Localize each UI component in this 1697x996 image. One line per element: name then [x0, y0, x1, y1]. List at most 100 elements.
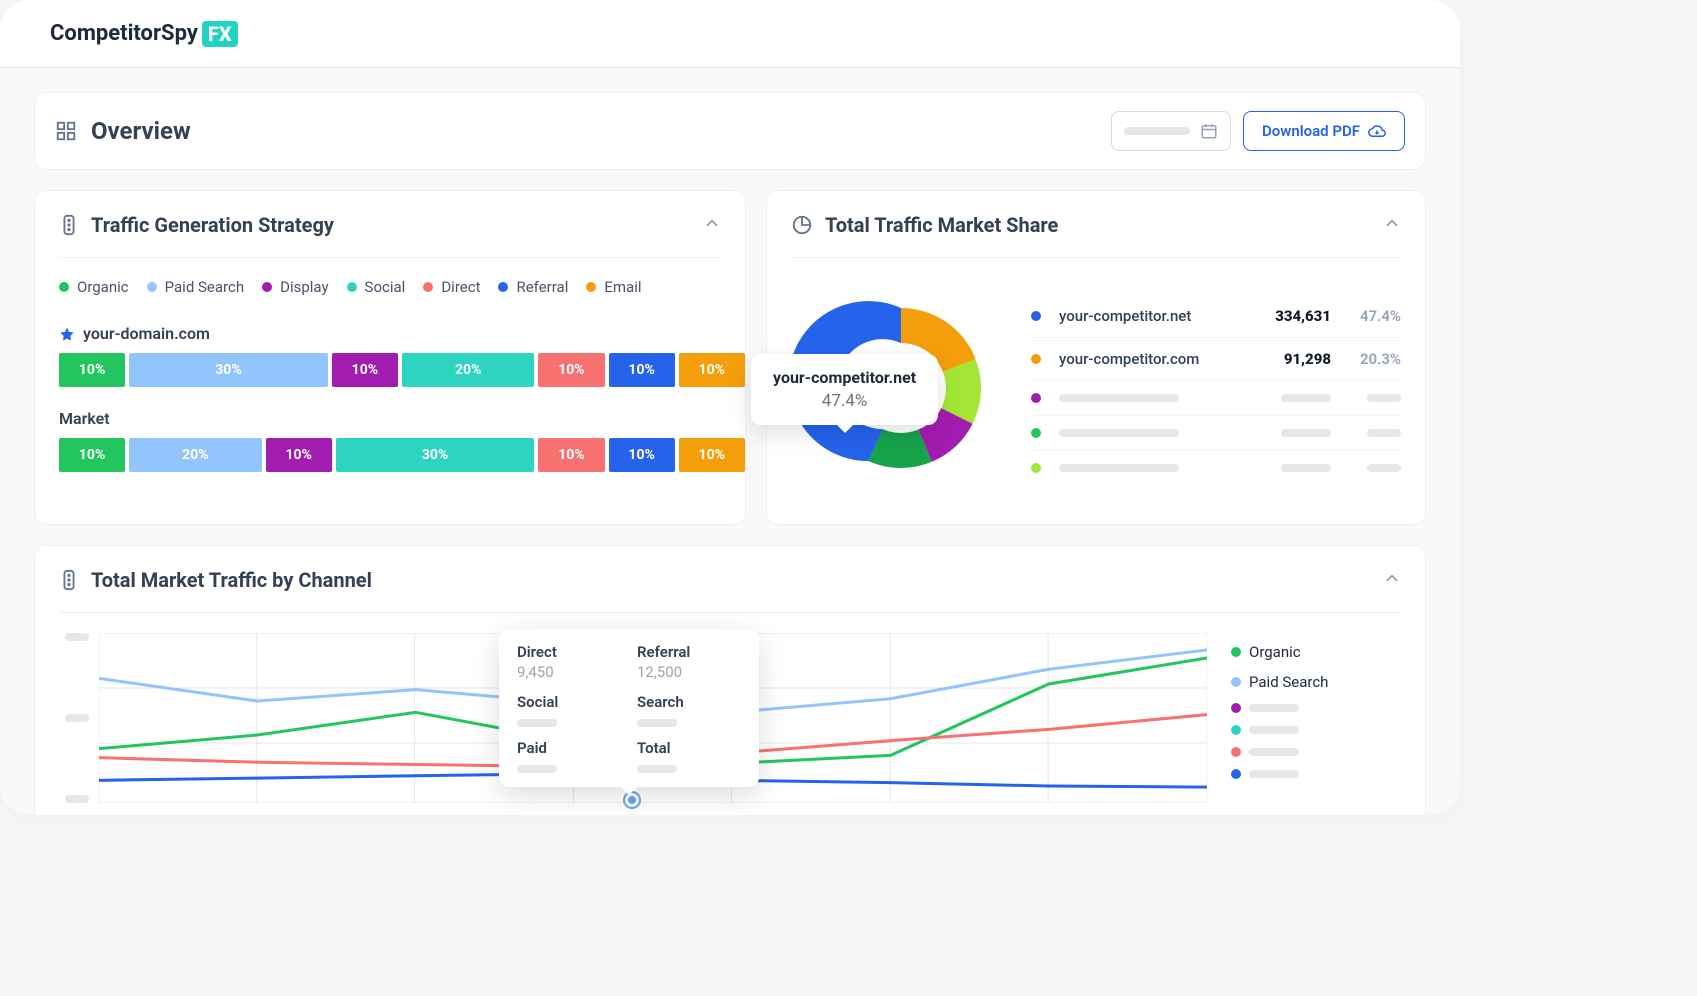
dot-icon	[423, 282, 433, 292]
chart-highlight-point	[625, 793, 639, 807]
line-chart[interactable]: Direct 9,450 Referral 12,500 Social S	[99, 633, 1207, 803]
stacked-bar-groups: your-domain.com10%30%10%20%10%10%10%Mark…	[59, 324, 721, 472]
bar-segment-social[interactable]: 20%	[402, 353, 534, 387]
bar-segment-display[interactable]: 10%	[266, 438, 332, 472]
market-share-row[interactable]: your-competitor.net334,63147.4%	[1031, 295, 1401, 338]
dot-icon	[347, 282, 357, 292]
market-share-row[interactable]	[1031, 381, 1401, 416]
dot-icon	[1031, 428, 1041, 438]
legend-item: Display	[262, 278, 328, 296]
tooltip-cell: Referral 12,500	[637, 643, 741, 681]
tooltip-placeholder	[517, 719, 557, 727]
bar-group-label: Market	[59, 409, 721, 428]
calendar-icon	[1200, 122, 1218, 140]
collapse-toggle[interactable]	[1383, 214, 1401, 236]
share-percent	[1341, 429, 1401, 437]
bar-group-label: your-domain.com	[59, 324, 721, 343]
card-market-by-channel: Total Market Traffic by Channel	[34, 545, 1426, 815]
bar-segment-referral[interactable]: 10%	[609, 353, 675, 387]
legend-item: Social	[347, 278, 406, 296]
stacked-bar[interactable]: 10%30%10%20%10%10%10%	[59, 353, 721, 387]
dot-icon	[1231, 769, 1241, 779]
dot-icon	[1231, 677, 1241, 687]
legend-placeholder	[1249, 770, 1299, 778]
legend-item: Organic	[1231, 637, 1401, 667]
dot-icon	[59, 282, 69, 292]
share-value: 334,631	[1241, 307, 1331, 325]
dot-icon	[1231, 725, 1241, 735]
market-share-row[interactable]: your-competitor.com91,29820.3%	[1031, 338, 1401, 381]
card-title-text: Total Market Traffic by Channel	[91, 568, 372, 592]
dashboard-icon	[55, 120, 77, 142]
dot-icon	[1231, 747, 1241, 757]
share-value	[1241, 429, 1331, 437]
bar-group: Market 10%20%10%30%10%10%10%	[59, 409, 721, 472]
share-name	[1059, 464, 1231, 472]
legend-label: Referral	[516, 278, 568, 296]
stacked-bar[interactable]: 10%20%10%30%10%10%10%	[59, 438, 721, 472]
date-range-button[interactable]	[1111, 111, 1231, 151]
page-header: Overview Download PDF	[34, 92, 1426, 170]
legend-label: Paid Search	[165, 278, 244, 296]
tooltip-label: Paid	[517, 739, 621, 757]
card-title-text: Traffic Generation Strategy	[91, 213, 334, 237]
bar-group-name: Market	[59, 409, 110, 428]
card-title: Total Market Traffic by Channel	[59, 568, 372, 592]
strategy-legend: Organic Paid Search Display Social Direc…	[59, 278, 721, 296]
bar-segment-display[interactable]: 10%	[332, 353, 398, 387]
bar-segment-direct[interactable]: 10%	[538, 438, 604, 472]
y-axis-placeholder	[65, 633, 89, 803]
chevron-up-icon	[1383, 214, 1401, 232]
share-name: your-competitor.com	[1059, 350, 1231, 368]
tooltip-placeholder	[637, 765, 677, 773]
page-actions: Download PDF	[1111, 111, 1405, 151]
tooltip-cell: Search	[637, 693, 741, 727]
share-percent: 47.4%	[1341, 307, 1401, 325]
market-share-row[interactable]	[1031, 416, 1401, 451]
download-pdf-label: Download PDF	[1262, 122, 1360, 140]
download-pdf-button[interactable]: Download PDF	[1243, 111, 1405, 151]
tooltip-name: your-competitor.net	[773, 368, 916, 387]
donut-chart[interactable]: your-competitor.net 47.4%	[791, 278, 1011, 502]
bar-segment-paid[interactable]: 30%	[129, 353, 328, 387]
share-percent	[1341, 464, 1401, 472]
bar-segment-email[interactable]: 10%	[679, 438, 745, 472]
legend-label: Display	[280, 278, 328, 296]
bar-segment-social[interactable]: 30%	[336, 438, 535, 472]
share-name	[1059, 429, 1231, 437]
bar-segment-direct[interactable]: 10%	[538, 353, 604, 387]
tooltip-placeholder	[517, 765, 557, 773]
share-value	[1241, 464, 1331, 472]
legend-label: Organic	[77, 278, 129, 296]
tooltip-cell: Direct 9,450	[517, 643, 621, 681]
bar-group: your-domain.com 10%30%10%20%10%10%10%	[59, 324, 721, 387]
market-share-body: your-competitor.net 47.4% your-competito…	[791, 278, 1401, 502]
traffic-light-icon	[59, 214, 79, 236]
bar-segment-organic[interactable]: 10%	[59, 353, 125, 387]
legend-item	[1231, 719, 1401, 741]
legend-item: Paid Search	[147, 278, 244, 296]
legend-label: Email	[604, 278, 641, 296]
dot-icon	[1231, 647, 1241, 657]
bar-segment-referral[interactable]: 10%	[609, 438, 675, 472]
tooltip-placeholder	[637, 719, 677, 727]
market-share-row[interactable]	[1031, 451, 1401, 485]
dot-icon	[1031, 354, 1041, 364]
bar-segment-paid[interactable]: 20%	[129, 438, 261, 472]
legend-item: Paid Search	[1231, 667, 1401, 697]
collapse-toggle[interactable]	[1383, 569, 1401, 591]
legend-item: Email	[586, 278, 641, 296]
bar-segment-email[interactable]: 10%	[679, 353, 745, 387]
legend-label: Direct	[441, 278, 480, 296]
dot-icon	[1231, 703, 1241, 713]
dot-icon	[1031, 463, 1041, 473]
bar-segment-organic[interactable]: 10%	[59, 438, 125, 472]
share-percent	[1341, 394, 1401, 402]
tooltip-cell: Paid	[517, 739, 621, 773]
legend-label: Paid Search	[1249, 673, 1328, 691]
collapse-toggle[interactable]	[703, 214, 721, 236]
legend-label: Organic	[1249, 643, 1301, 661]
tooltip-cell: Total	[637, 739, 741, 773]
page-title: Overview	[55, 117, 191, 145]
brand-name: CompetitorSpy	[50, 21, 198, 46]
